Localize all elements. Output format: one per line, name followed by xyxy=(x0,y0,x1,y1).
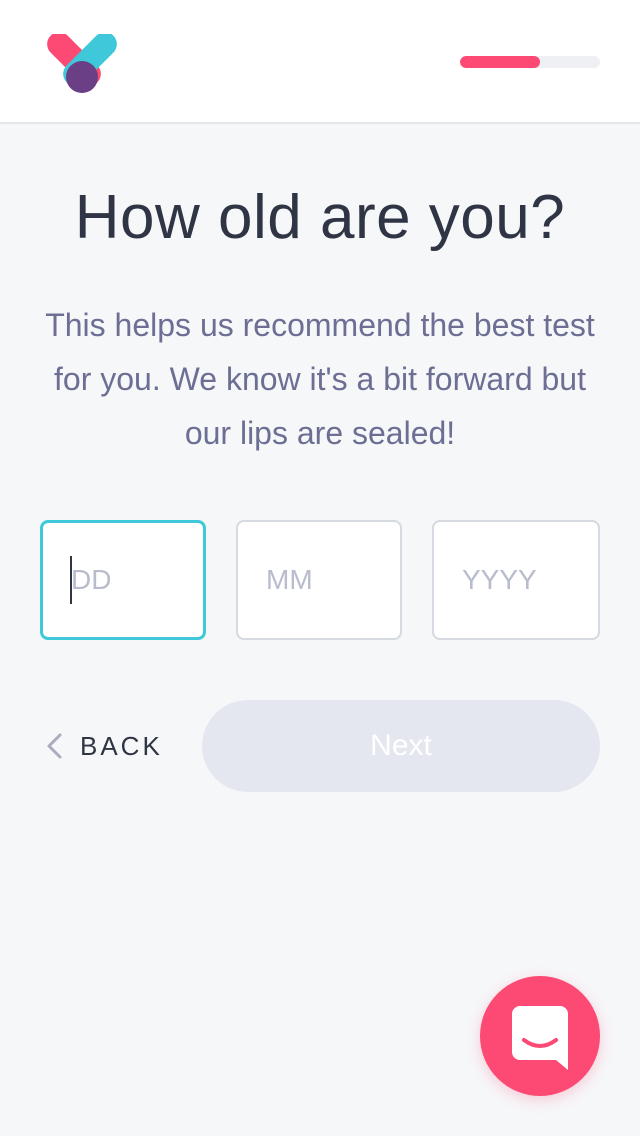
month-input[interactable] xyxy=(236,520,402,640)
chat-launcher-button[interactable] xyxy=(480,976,600,1096)
progress-bar xyxy=(460,56,600,68)
back-button[interactable]: BACK xyxy=(44,724,163,768)
page-subtitle: This helps us recommend the best test fo… xyxy=(45,307,595,451)
next-button[interactable]: Next xyxy=(202,700,600,792)
heart-logo-icon[interactable] xyxy=(40,34,124,94)
year-input[interactable] xyxy=(432,520,600,640)
back-label: BACK xyxy=(80,730,163,761)
day-input[interactable] xyxy=(40,520,206,640)
chevron-left-icon xyxy=(47,733,62,759)
progress-fill xyxy=(460,56,540,68)
text-cursor xyxy=(70,556,72,604)
chat-bubble-icon xyxy=(512,1006,568,1070)
header xyxy=(0,0,640,124)
page-title: How old are you? xyxy=(74,183,566,252)
